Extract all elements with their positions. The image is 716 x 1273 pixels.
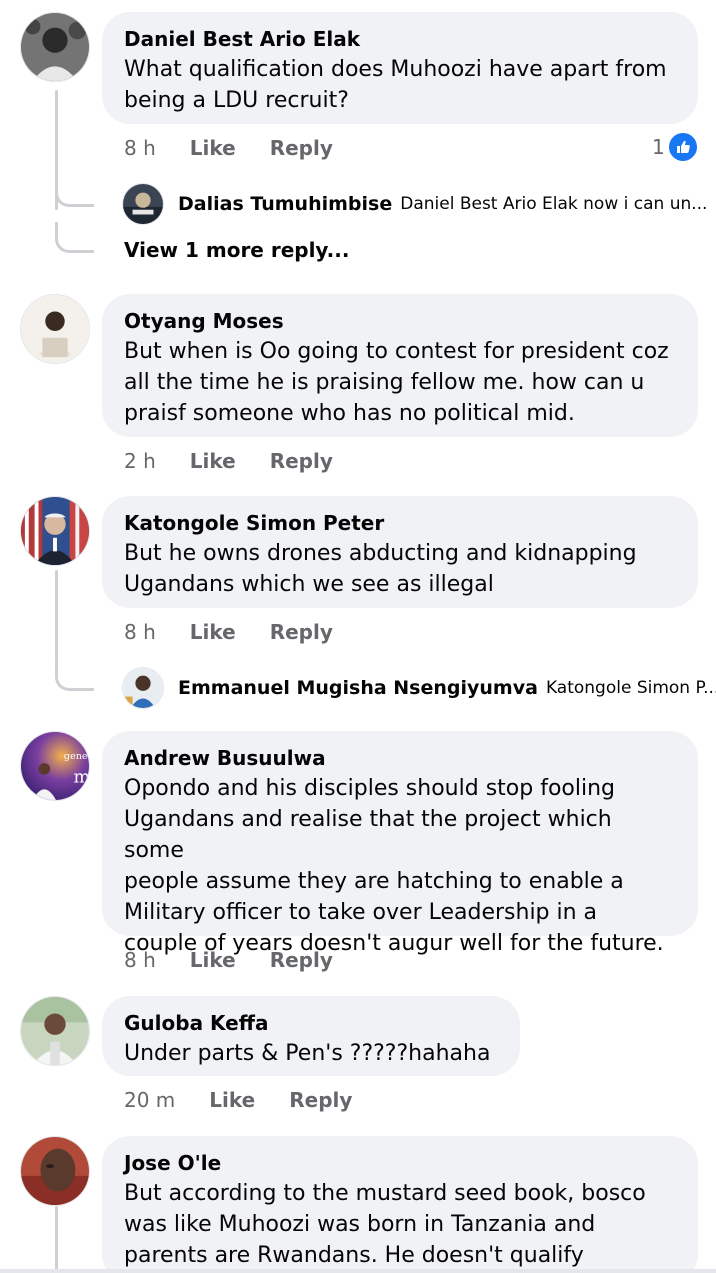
reply-button[interactable]: Reply [270, 136, 333, 160]
comment-bubble[interactable]: Andrew Busuulwa Opondo and his disciples… [102, 731, 698, 956]
thread-line [55, 1206, 58, 1273]
comment-author[interactable]: Daniel Best Ario Elak [124, 26, 676, 52]
comment-text: Opondo and his disciples should stop foo… [124, 776, 664, 956]
reply-snippet: Daniel Best Ario Elak now i can un... [400, 194, 708, 214]
comments-screen: Daniel Best Ario Elak What qualification… [0, 0, 716, 1273]
avatar[interactable] [20, 294, 90, 364]
reaction-count-label: 1 [652, 135, 665, 159]
avatar[interactable]: gene m [20, 731, 90, 801]
comment-actions: 20 m Like Reply [124, 1085, 352, 1115]
comment-text: Under parts & Pen's ?????hahaha [124, 1041, 491, 1066]
comment-time: 20 m [124, 1088, 176, 1112]
like-button[interactable]: Like [190, 948, 236, 972]
like-button[interactable]: Like [190, 136, 236, 160]
reply-snippet: Katongole Simon P... [545, 678, 716, 698]
like-thumbs-up-icon [666, 131, 699, 163]
svg-text:gene: gene [64, 751, 88, 762]
comment-time: 2 h [124, 449, 156, 473]
comment-author[interactable]: Otyang Moses [124, 308, 676, 334]
comment-time: 8 h [124, 948, 156, 972]
comment-actions: 8 h Like Reply [124, 133, 333, 163]
comment-bubble[interactable]: Otyang Moses But when is Oo going to con… [102, 294, 698, 437]
comment-text: But when is Oo going to contest for pres… [124, 339, 669, 426]
reply-author[interactable]: Emmanuel Mugisha Nsengiyumva [178, 677, 538, 699]
comment-bubble[interactable]: Katongole Simon Peter But he owns drones… [102, 496, 698, 608]
bottom-divider [0, 1269, 716, 1273]
like-button[interactable]: Like [190, 620, 236, 644]
comment-text: What qualification does Muhoozi have apa… [124, 57, 667, 113]
reply-button[interactable]: Reply [270, 948, 333, 972]
reply-button[interactable]: Reply [289, 1088, 352, 1112]
comment-author[interactable]: Andrew Busuulwa [124, 745, 676, 771]
avatar [122, 183, 164, 225]
avatar[interactable] [20, 496, 90, 566]
reply-button[interactable]: Reply [270, 449, 333, 473]
thread-elbow [55, 180, 94, 207]
comment-actions: 8 h Like Reply [124, 617, 333, 647]
reaction-count[interactable]: 1 [652, 131, 699, 163]
comment-author[interactable]: Katongole Simon Peter [124, 510, 676, 536]
comment-author[interactable]: Jose O'le [124, 1150, 676, 1176]
avatar[interactable] [20, 1136, 90, 1206]
reply-preview[interactable]: Dalias Tumuhimbise Daniel Best Ario Elak… [122, 182, 707, 226]
thread-elbow [55, 222, 94, 253]
comment-text: But according to the mustard seed book, … [124, 1181, 646, 1268]
comment-bubble[interactable]: Guloba Keffa Under parts & Pen's ?????ha… [102, 996, 520, 1076]
like-button[interactable]: Like [190, 449, 236, 473]
avatar[interactable] [20, 12, 90, 82]
thread-line [55, 570, 58, 660]
view-more-replies[interactable]: View 1 more reply... [124, 238, 349, 262]
comment-bubble[interactable]: Jose O'le But according to the mustard s… [102, 1136, 698, 1273]
reply-author[interactable]: Dalias Tumuhimbise [178, 193, 392, 215]
thread-elbow [55, 660, 94, 691]
comment-text: But he owns drones abducting and kidnapp… [124, 541, 637, 597]
avatar [122, 667, 164, 709]
like-button[interactable]: Like [209, 1088, 255, 1112]
avatar[interactable] [20, 996, 90, 1066]
comment-time: 8 h [124, 620, 156, 644]
svg-text:m: m [73, 768, 89, 788]
comment-actions: 8 h Like Reply [124, 945, 333, 975]
comment-actions: 2 h Like Reply [124, 446, 333, 476]
reply-button[interactable]: Reply [270, 620, 333, 644]
comment-author[interactable]: Guloba Keffa [124, 1010, 498, 1036]
reply-preview[interactable]: Emmanuel Mugisha Nsengiyumva Katongole S… [122, 666, 716, 710]
comment-bubble[interactable]: Daniel Best Ario Elak What qualification… [102, 12, 698, 124]
comment-time: 8 h [124, 136, 156, 160]
